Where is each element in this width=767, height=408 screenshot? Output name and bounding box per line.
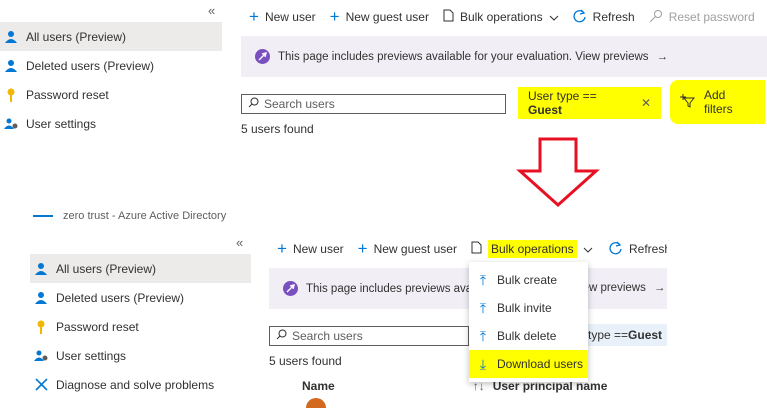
sidebar-item-deleted-users[interactable]: Deleted users (Preview)	[0, 51, 222, 80]
sidebar-item-label: Diagnose and solve problems	[56, 377, 215, 392]
sidebar-item-label: All users (Preview)	[26, 29, 127, 44]
arrow-right-icon[interactable]: →	[654, 282, 666, 294]
key-icon	[4, 88, 18, 102]
collapse-sidebar-icon[interactable]: «	[208, 3, 215, 18]
sidebar-item-all-users[interactable]: All users (Preview)	[30, 254, 251, 283]
refresh-icon	[573, 9, 587, 26]
collapse-sidebar-icon[interactable]: «	[236, 235, 243, 250]
plus-icon: +	[249, 7, 259, 26]
plus-icon: +	[277, 239, 287, 258]
sidebar-item-password-reset[interactable]: Password reset	[0, 80, 222, 109]
table-header: Name ↑↓ User principal name	[269, 376, 667, 396]
search-placeholder: Search users	[292, 329, 363, 343]
search-placeholder: Search users	[264, 97, 335, 111]
sidebar-item-label: Deleted users (Preview)	[26, 58, 155, 73]
search-icon	[276, 329, 287, 343]
search-icon	[248, 97, 259, 111]
sidebar-item-user-settings[interactable]: User settings	[0, 109, 222, 138]
add-filters-button[interactable]: Add filters	[670, 80, 765, 124]
bulk-operations-button[interactable]: Bulk operations	[471, 240, 593, 258]
breadcrumb: zero trust - Azure Active Directory	[33, 210, 226, 222]
sidebar-item-deleted-users[interactable]: Deleted users (Preview)	[30, 283, 251, 312]
menu-item-bulk-create[interactable]: ⤒ Bulk create	[469, 266, 588, 294]
sidebar-item-all-users[interactable]: All users (Preview)	[0, 22, 222, 51]
user-icon	[34, 262, 48, 276]
key-icon	[34, 320, 48, 334]
refresh-icon	[609, 241, 623, 258]
filter-chip-user-type[interactable]: User type == Guest ✕	[518, 87, 661, 119]
refresh-button[interactable]: Refresh	[573, 9, 635, 26]
sidebar-item-label: Password reset	[26, 87, 109, 102]
banner-text: This page includes previews available fo…	[278, 50, 649, 63]
download-icon: ⤓	[479, 355, 487, 372]
users-gear-icon	[34, 349, 48, 363]
refresh-button[interactable]: Refresh	[609, 239, 667, 259]
search-input[interactable]: Search users	[269, 326, 469, 346]
menu-item-bulk-delete[interactable]: ⤒ Bulk delete	[469, 322, 588, 350]
upload-icon: ⤒	[479, 327, 487, 344]
sidebar-item-label: User settings	[26, 116, 97, 131]
reset-password-button[interactable]: Reset password	[649, 9, 755, 26]
sidebar-item-diagnose[interactable]: Diagnose and solve problems	[30, 370, 251, 399]
arrow-right-icon[interactable]: →	[657, 51, 669, 63]
user-icon	[34, 291, 48, 305]
new-user-button[interactable]: + New user	[277, 239, 344, 258]
result-count: 5 users found	[241, 122, 314, 136]
bulk-operations-button[interactable]: Bulk operations	[443, 9, 559, 25]
filter-chip-user-type[interactable]: type == Guest	[584, 324, 667, 346]
bottom-sidebar: All users (Preview) Deleted users (Previ…	[30, 254, 251, 399]
rocket-icon	[255, 49, 270, 64]
users-gear-icon	[4, 117, 18, 131]
down-arrow-icon	[516, 137, 600, 207]
key-outline-icon	[649, 9, 663, 26]
wrench-icon	[34, 378, 48, 392]
document-icon	[471, 241, 482, 257]
top-sidebar: All users (Preview) Deleted users (Previ…	[0, 22, 222, 138]
menu-item-download-users[interactable]: ⤓ Download users	[469, 350, 588, 378]
preview-banner: This page includes previews available fo…	[241, 36, 767, 77]
upload-icon: ⤒	[479, 299, 487, 316]
banner-text-right: iew previews →	[580, 282, 666, 294]
top-toolbar: + New user + New guest user Bulk operati…	[249, 7, 755, 27]
plus-icon: +	[329, 7, 340, 26]
new-guest-user-button[interactable]: + New guest user	[357, 239, 457, 258]
result-count: 5 users found	[269, 354, 342, 368]
user-icon	[4, 59, 18, 73]
column-header-name[interactable]: Name	[302, 379, 335, 393]
breadcrumb-bar	[33, 215, 53, 217]
sidebar-item-label: Password reset	[56, 319, 139, 334]
sidebar-item-password-reset[interactable]: Password reset	[30, 312, 251, 341]
avatar	[306, 398, 326, 408]
sidebar-item-user-settings[interactable]: User settings	[30, 341, 251, 370]
bulk-operations-menu: ⤒ Bulk create ⤒ Bulk invite ⤒ Bulk delet…	[469, 262, 588, 382]
new-guest-user-button[interactable]: + New guest user	[329, 7, 429, 26]
chevron-down-icon	[549, 10, 559, 24]
user-icon	[4, 30, 18, 44]
close-icon[interactable]: ✕	[641, 96, 651, 110]
filter-add-icon	[680, 93, 696, 111]
upload-icon: ⤒	[479, 271, 487, 288]
plus-icon: +	[357, 239, 368, 258]
chevron-down-icon	[583, 242, 593, 256]
search-input[interactable]: Search users	[241, 94, 506, 114]
bottom-toolbar: + New user + New guest user Bulk operati…	[277, 239, 593, 259]
menu-item-bulk-invite[interactable]: ⤒ Bulk invite	[469, 294, 588, 322]
sidebar-item-label: User settings	[56, 348, 127, 363]
sidebar-item-label: Deleted users (Preview)	[56, 290, 185, 305]
banner-text: This page includes previews availa	[306, 282, 484, 295]
document-icon	[443, 9, 454, 25]
rocket-icon	[283, 281, 298, 296]
new-user-button[interactable]: + New user	[249, 7, 316, 26]
sidebar-item-label: All users (Preview)	[56, 261, 157, 276]
